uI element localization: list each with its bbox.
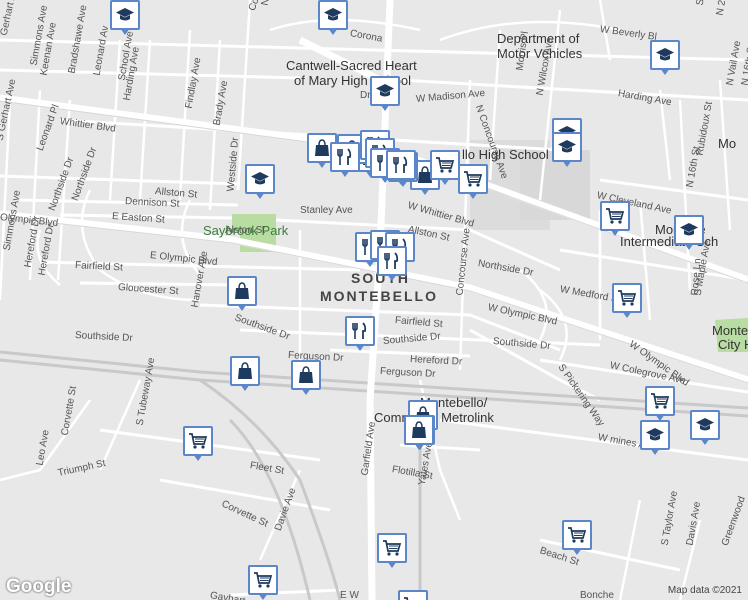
school-icon bbox=[656, 48, 674, 61]
cart-icon bbox=[568, 527, 587, 543]
bag-icon bbox=[412, 421, 426, 438]
cart-pin[interactable] bbox=[600, 201, 630, 237]
bag-icon bbox=[315, 139, 329, 156]
bag-icon bbox=[299, 366, 313, 383]
cart-icon bbox=[436, 157, 455, 173]
bag-pin[interactable] bbox=[404, 415, 434, 451]
poi-label-montecity2: City H bbox=[718, 337, 748, 352]
cart-icon bbox=[404, 597, 409, 600]
food-icon bbox=[337, 148, 352, 165]
bag-pin[interactable] bbox=[230, 356, 260, 392]
bag-pin[interactable] bbox=[291, 360, 321, 396]
street-label-78: Stanley Ave bbox=[300, 205, 353, 216]
bag-icon bbox=[238, 362, 252, 379]
school-icon bbox=[251, 172, 269, 185]
district-label-montebello: MONTEBELLO bbox=[320, 288, 438, 304]
poi-label-edge-mo: Mo bbox=[718, 136, 737, 151]
school-icon bbox=[696, 418, 714, 431]
cart-icon bbox=[618, 290, 637, 306]
school-pin[interactable] bbox=[640, 420, 670, 456]
cart-pin[interactable] bbox=[458, 164, 488, 200]
google-logo: Google bbox=[6, 576, 72, 597]
cart-icon bbox=[254, 572, 273, 588]
cart-icon bbox=[383, 540, 402, 556]
poi-label-cantwell1: Cantwell-Sacred Heart bbox=[286, 58, 417, 73]
poi-label-dmv2: Motor Vehicles bbox=[497, 46, 583, 61]
food-icon bbox=[352, 322, 367, 339]
street-label-77: Alston St bbox=[225, 225, 266, 236]
school-icon bbox=[324, 8, 342, 21]
food-pin[interactable] bbox=[386, 150, 416, 186]
school-pin[interactable] bbox=[370, 76, 400, 112]
school-pin[interactable] bbox=[650, 40, 680, 76]
food-pin[interactable] bbox=[377, 246, 407, 282]
school-icon bbox=[376, 84, 394, 97]
street-label-81: Bonche bbox=[580, 590, 614, 600]
bag-icon bbox=[235, 282, 249, 299]
school-icon bbox=[680, 223, 698, 236]
map-attribution: Map data ©2021 bbox=[667, 585, 742, 596]
school-pin[interactable] bbox=[690, 410, 720, 446]
school-icon bbox=[116, 8, 134, 21]
food-pin[interactable] bbox=[330, 142, 360, 178]
cart-pin[interactable] bbox=[377, 533, 407, 569]
school-pin[interactable] bbox=[318, 0, 348, 36]
food-icon bbox=[384, 252, 399, 269]
school-pin[interactable] bbox=[245, 164, 275, 200]
poi-label-dmv1: Department of bbox=[497, 31, 580, 46]
bag-pin[interactable] bbox=[227, 276, 257, 312]
street-label-76: Dr bbox=[360, 90, 371, 101]
school-icon bbox=[558, 140, 576, 153]
cart-icon bbox=[606, 208, 625, 224]
cart-pin[interactable] bbox=[430, 150, 460, 186]
school-pin[interactable] bbox=[674, 215, 704, 251]
cart-pin[interactable] bbox=[612, 283, 642, 319]
poi-label-montecity1: Monte bbox=[712, 323, 748, 338]
cart-icon bbox=[464, 171, 483, 187]
food-pin[interactable] bbox=[345, 316, 375, 352]
map-canvas[interactable]: SOUTH MONTEBELLO Saybrook Park Cantwell-Sac… bbox=[0, 0, 748, 600]
school-pin[interactable] bbox=[552, 132, 582, 168]
food-icon bbox=[393, 156, 408, 173]
cart-icon bbox=[189, 433, 208, 449]
school-pin[interactable] bbox=[110, 0, 140, 36]
cart-pin[interactable] bbox=[645, 386, 675, 422]
poi-label-highschool: llo High School bbox=[462, 147, 549, 162]
cart-pin[interactable] bbox=[248, 565, 278, 600]
street-label-73: E W bbox=[340, 590, 359, 600]
cart-icon bbox=[651, 393, 670, 409]
cart-pin[interactable] bbox=[398, 590, 428, 600]
school-icon bbox=[646, 428, 664, 441]
cart-pin[interactable] bbox=[562, 520, 592, 556]
cart-pin[interactable] bbox=[183, 426, 213, 462]
